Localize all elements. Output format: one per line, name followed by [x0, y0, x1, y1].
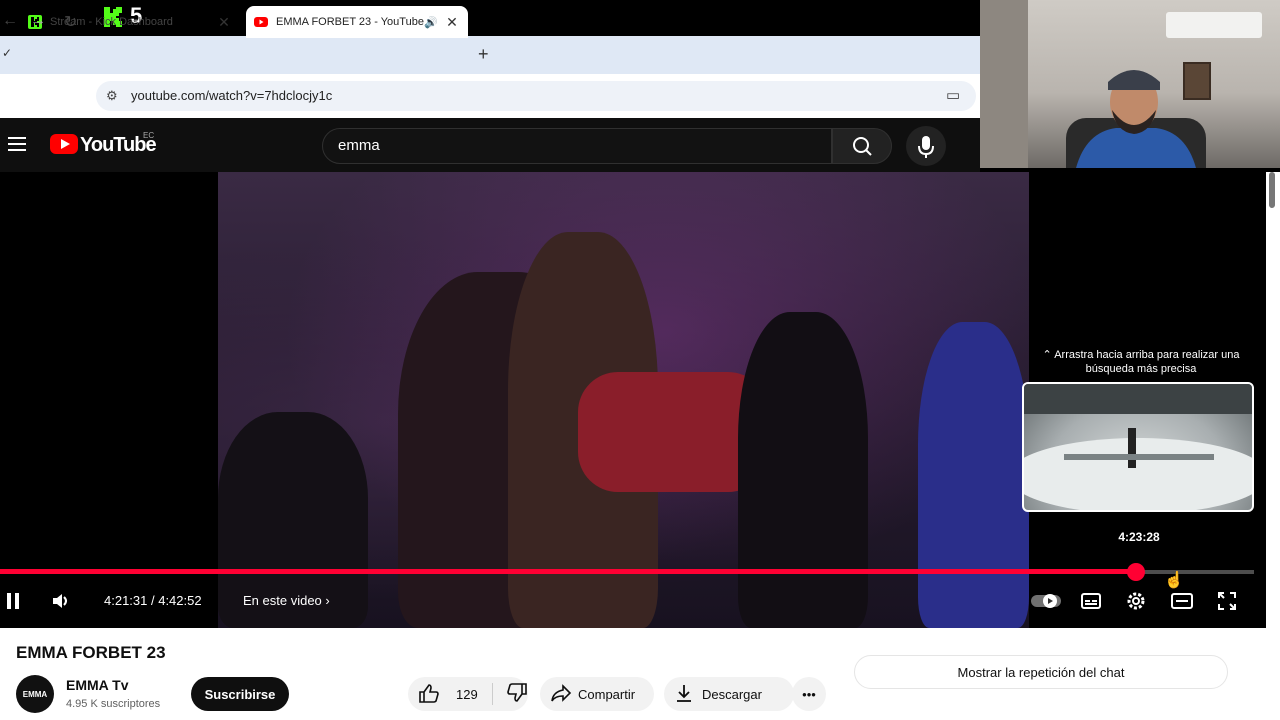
site-settings-icon[interactable]: ⚙: [106, 88, 118, 104]
pause-icon[interactable]: [4, 590, 22, 617]
country-code: EC: [143, 131, 155, 140]
tab-youtube[interactable]: EMMA FORBET 23 - YouTube 🔊 ✕: [246, 6, 468, 38]
seek-hint-text: ⌃ Arrastra hacia arriba para realizar un…: [1042, 349, 1240, 375]
download-label: Descargar: [702, 686, 762, 702]
subscribe-button[interactable]: Suscribirse: [191, 677, 289, 711]
channel-avatar-text: EMMA: [22, 689, 48, 699]
video-frame[interactable]: [218, 172, 1029, 628]
chapter-button[interactable]: En este video ›: [243, 593, 330, 608]
webcam-background: [1166, 12, 1262, 38]
share-button[interactable]: Compartir: [540, 677, 654, 711]
browser-tab-bar: [0, 36, 980, 74]
download-icon: [674, 683, 694, 706]
chevron-right-icon: ›: [325, 593, 330, 608]
mouse-cursor-icon: ☝: [1164, 572, 1184, 589]
tab-list-chevron-icon[interactable]: ✓: [2, 46, 12, 60]
subtitles-icon[interactable]: [1080, 590, 1102, 617]
seek-preview-thumbnail: [1022, 382, 1254, 512]
settings-gear-icon[interactable]: [1125, 590, 1147, 617]
microphone-icon: [918, 136, 934, 158]
thumbs-down-icon: [507, 682, 527, 702]
search-icon: [853, 137, 872, 156]
youtube-logo-icon[interactable]: [50, 134, 78, 154]
search-button[interactable]: [832, 128, 892, 164]
share-icon: [550, 683, 572, 706]
like-dislike-group: 129: [408, 677, 528, 711]
voice-search-button[interactable]: [906, 126, 946, 166]
speaker-icon[interactable]: 🔊: [424, 16, 438, 29]
forward-arrow-icon[interactable]: →: [30, 12, 46, 30]
webcam-background: [980, 0, 1028, 168]
channel-avatar[interactable]: EMMA: [16, 675, 54, 713]
address-text[interactable]: youtube.com/watch?v=7hdclocjy1c: [131, 88, 332, 103]
reload-icon[interactable]: ↻: [64, 12, 77, 32]
dislike-button[interactable]: [506, 682, 528, 706]
new-tab-button[interactable]: +: [478, 44, 489, 65]
volume-icon[interactable]: [50, 590, 72, 617]
subscriber-count: 4.95 K suscriptores: [66, 698, 161, 710]
thumbs-up-icon: [419, 683, 439, 703]
fullscreen-icon[interactable]: [1216, 590, 1238, 617]
youtube-favicon-icon: [254, 15, 268, 29]
install-app-icon[interactable]: ▭: [946, 86, 960, 104]
seek-preview-time: 4:23:28: [1118, 530, 1160, 544]
page-scrollbar[interactable]: [1266, 172, 1280, 720]
autoplay-toggle-icon[interactable]: [1030, 590, 1062, 617]
chapter-label: En este video: [243, 593, 322, 608]
theater-mode-icon[interactable]: [1170, 590, 1194, 617]
back-arrow-icon[interactable]: ←: [2, 12, 18, 30]
video-title: EMMA FORBET 23: [16, 643, 166, 662]
video-scene: [918, 322, 1029, 628]
search-input[interactable]: [322, 128, 832, 164]
like-button[interactable]: [418, 683, 440, 706]
close-tab-icon[interactable]: ✕: [444, 14, 460, 31]
close-tab-icon[interactable]: ✕: [216, 14, 232, 31]
download-button[interactable]: Descargar: [664, 677, 794, 711]
share-label: Compartir: [578, 686, 636, 702]
channel-name[interactable]: EMMA Tv: [66, 677, 128, 693]
show-chat-replay-button[interactable]: Mostrar la repetición del chat: [854, 655, 1228, 689]
tab-kick-dashboard[interactable]: Stream - Kick Dashboard ✕: [20, 6, 240, 38]
tab-title: EMMA FORBET 23 - YouTube: [276, 16, 424, 28]
video-scene: [738, 312, 868, 628]
search-query[interactable]: emma: [338, 137, 380, 154]
progress-scrubber[interactable]: [1127, 563, 1145, 581]
streamer-figure: [1076, 64, 1196, 168]
more-actions-icon[interactable]: •••: [792, 677, 826, 711]
scrollbar-thumb[interactable]: [1269, 172, 1275, 208]
progress-played[interactable]: [0, 569, 1136, 574]
like-count: 129: [456, 686, 478, 702]
time-display: 4:21:31 / 4:42:52: [104, 593, 202, 608]
menu-icon[interactable]: [8, 137, 26, 151]
